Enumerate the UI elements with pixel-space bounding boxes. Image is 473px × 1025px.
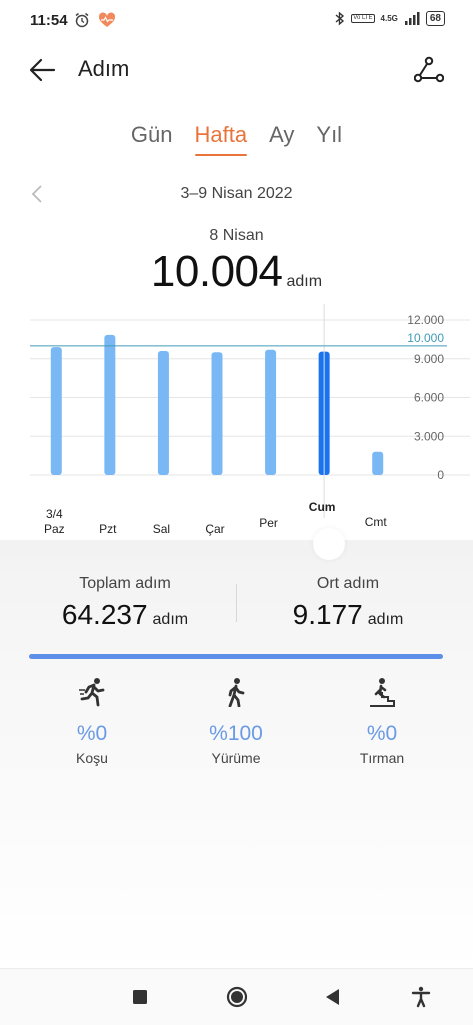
x-tick-label: Paz [44, 522, 65, 536]
y-tick-label: 12.000 [407, 313, 444, 327]
system-navigation-bar [0, 968, 473, 1025]
share-icon[interactable] [414, 56, 444, 86]
alarm-icon [75, 12, 89, 28]
tab-week[interactable]: Hafta [194, 122, 247, 156]
signal-icon [404, 12, 420, 25]
activity-running[interactable]: %0 Koşu [32, 677, 152, 766]
total-steps-unit: adım [152, 611, 189, 628]
running-percent: %0 [76, 722, 108, 745]
status-time: 11:54 [30, 12, 68, 29]
chart-selector-knob[interactable] [313, 528, 345, 560]
selected-date: 8 Nisan [209, 227, 264, 244]
walking-icon [228, 678, 245, 708]
chart-bar[interactable] [104, 334, 116, 475]
volte-badge: Vo LTE [351, 14, 375, 23]
y-tick-label: 9.000 [414, 352, 444, 366]
average-steps-label: Ort adım [316, 575, 380, 592]
summary-divider [236, 584, 237, 622]
running-label: Koşu [76, 750, 108, 766]
tab-day[interactable]: Gün [131, 122, 173, 156]
back-arrow-icon[interactable] [28, 55, 58, 85]
chart-bar[interactable] [372, 451, 384, 475]
climbing-percent: %0 [366, 722, 398, 745]
average-steps-unit: adım [367, 611, 404, 628]
x-tick-label: Cmt [365, 515, 388, 529]
walking-percent: %100 [209, 722, 263, 745]
total-steps-value: 64.237 [61, 599, 148, 630]
recent-apps-icon[interactable] [128, 985, 152, 1009]
tab-year[interactable]: Yıl [316, 122, 342, 156]
activity-progress-bar [29, 654, 443, 659]
back-nav-icon[interactable] [321, 985, 345, 1009]
x-tick-label: Pzt [99, 522, 117, 536]
climbing-label: Tırman [359, 750, 405, 766]
y-tick-label: 0 [437, 468, 444, 482]
selected-step-unit: adım [286, 273, 323, 290]
total-steps-label: Toplam adım [79, 575, 171, 592]
activity-walking[interactable]: %100 Yürüme [176, 677, 296, 766]
x-tick-label: Cum [309, 500, 336, 514]
network-type: 4.5G [380, 14, 398, 23]
x-tick-date: 3/4 [46, 507, 63, 521]
date-range: 3–9 Nisan 2022 [180, 185, 293, 202]
accessibility-icon[interactable] [409, 985, 433, 1009]
activity-climbing[interactable]: %0 Tırman [322, 677, 442, 766]
period-tabs: Gün Hafta Ay Yıl [0, 122, 473, 156]
x-tick-label: Per [259, 516, 278, 530]
x-tick-label: Çar [205, 522, 224, 536]
chart-bar[interactable] [211, 352, 223, 475]
goal-label: 10.000 [407, 331, 444, 345]
y-tick-label: 6.000 [414, 391, 444, 405]
chart-bar[interactable] [265, 349, 277, 475]
average-steps-value: 9.177 [292, 599, 363, 630]
home-icon[interactable] [225, 985, 249, 1009]
weekly-steps-chart[interactable]: 12.000 9.000 6.000 3.000 0 10.000 Paz3/4 Pzt Sal… [0, 300, 473, 545]
chart-bar[interactable] [157, 351, 169, 475]
health-heart-icon [98, 12, 116, 27]
climbing-icon [370, 678, 395, 707]
selected-step-count: 10.004 [150, 247, 283, 296]
y-tick-label: 3.000 [414, 429, 444, 443]
running-icon [79, 678, 105, 707]
battery-indicator: 68 [425, 11, 445, 26]
x-tick-label: Sal [153, 522, 170, 536]
tab-month[interactable]: Ay [269, 122, 294, 156]
bluetooth-icon [335, 11, 345, 26]
page-title: Adım [78, 56, 130, 81]
chart-bar[interactable] [50, 347, 62, 475]
walking-label: Yürüme [211, 750, 261, 766]
